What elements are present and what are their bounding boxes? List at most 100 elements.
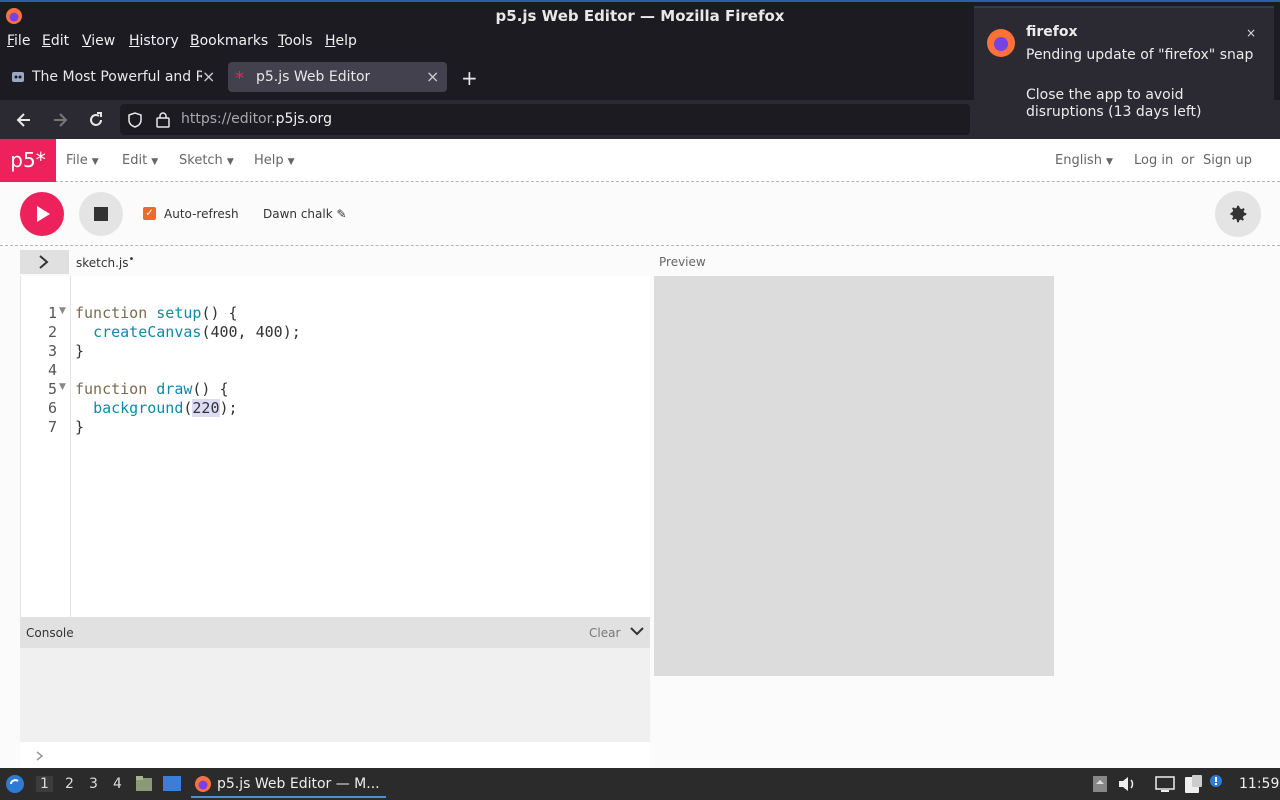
line-number: 4 bbox=[47, 361, 57, 379]
nav-help[interactable]: Help ▼ bbox=[254, 153, 295, 168]
line-gutter: 1 ▼ 2 3 4 5 ▼ 6 7 bbox=[21, 276, 71, 617]
menu-history[interactable]: History bbox=[129, 33, 179, 49]
code-line: background(220); bbox=[93, 399, 238, 417]
code-line: } bbox=[75, 342, 85, 360]
workspace-4[interactable]: 4 bbox=[113, 776, 122, 792]
menu-tools[interactable]: Tools bbox=[278, 33, 313, 49]
console-output bbox=[20, 648, 650, 742]
chevron-down-icon: ▼ bbox=[1105, 157, 1113, 167]
taskbar-window-firefox[interactable]: p5.js Web Editor — M... bbox=[191, 770, 386, 798]
chevron-right-icon bbox=[36, 751, 44, 761]
robot-favicon-icon bbox=[12, 72, 24, 82]
code-line: createCanvas(400, 400); bbox=[93, 323, 301, 341]
chevron-down-icon: ▼ bbox=[151, 157, 159, 167]
close-icon[interactable]: × bbox=[1246, 26, 1256, 40]
login-link[interactable]: Log in bbox=[1134, 153, 1173, 168]
update-notification[interactable]: firefox × Pending update of "firefox" sn… bbox=[974, 6, 1274, 136]
firefox-icon bbox=[987, 29, 1015, 57]
code-line: function draw() { bbox=[75, 380, 229, 398]
stop-button[interactable] bbox=[79, 192, 123, 236]
console-header: Console Clear bbox=[20, 617, 650, 648]
fold-arrow-icon[interactable]: ▼ bbox=[59, 382, 66, 392]
chevron-down-icon: ▼ bbox=[91, 157, 99, 167]
signup-link[interactable]: Sign up bbox=[1203, 153, 1252, 168]
file-tab[interactable]: sketch.js• bbox=[76, 254, 134, 270]
lock-icon[interactable] bbox=[156, 111, 170, 128]
settings-button[interactable] bbox=[1215, 191, 1261, 237]
autorefresh-label: Auto-refresh bbox=[164, 207, 239, 221]
reload-icon[interactable] bbox=[87, 111, 105, 129]
chevron-down-icon: ▼ bbox=[287, 157, 295, 167]
language-select[interactable]: English ▼ bbox=[1055, 153, 1113, 168]
or-text: or bbox=[1181, 153, 1195, 168]
p5-favicon-icon: * bbox=[235, 69, 244, 85]
update-info-icon[interactable] bbox=[1209, 774, 1223, 788]
stop-icon bbox=[94, 207, 108, 221]
menu-edit[interactable]: Edit bbox=[42, 33, 69, 49]
clock[interactable]: 11:59 bbox=[1239, 776, 1279, 792]
notification-line2: Close the app to avoid disruptions (13 d… bbox=[1026, 87, 1202, 120]
tab-other[interactable]: The Most Powerful and Re × bbox=[4, 62, 224, 92]
workspace-1[interactable]: 1 bbox=[36, 776, 53, 792]
workspace-3[interactable]: 3 bbox=[89, 776, 98, 792]
close-tab-icon[interactable]: × bbox=[426, 67, 439, 86]
fold-arrow-icon[interactable]: ▼ bbox=[59, 306, 66, 316]
menu-view[interactable]: View bbox=[82, 33, 115, 49]
volume-icon[interactable] bbox=[1118, 776, 1136, 792]
preview-canvas[interactable] bbox=[654, 276, 1054, 676]
code-line: function setup() { bbox=[75, 304, 238, 322]
chevron-right-icon bbox=[39, 255, 49, 269]
line-number: 2 bbox=[47, 323, 57, 341]
taskbar: 1 2 3 4 p5.js Web Editor — M... 11:59 bbox=[0, 768, 1280, 800]
line-number: 3 bbox=[47, 342, 57, 360]
nav-sketch[interactable]: Sketch ▼ bbox=[179, 153, 234, 168]
console-input[interactable] bbox=[20, 742, 650, 768]
taskbar-window-label: p5.js Web Editor — M... bbox=[217, 776, 380, 792]
svg-text:*: * bbox=[235, 69, 244, 85]
editor-nav: p5* File ▼ Edit ▼ Sketch ▼ Help ▼ English ▼ L… bbox=[0, 139, 1280, 182]
unsaved-dot-icon: • bbox=[128, 254, 135, 265]
editor-toolbar: ✓ Auto-refresh Dawn chalk ✎ bbox=[0, 182, 1280, 246]
console-label: Console bbox=[26, 626, 74, 640]
clipboard-icon[interactable] bbox=[1182, 774, 1204, 794]
file-manager-icon[interactable] bbox=[135, 775, 153, 793]
play-button[interactable] bbox=[20, 192, 64, 236]
nav-file[interactable]: File ▼ bbox=[66, 153, 99, 168]
play-icon bbox=[37, 206, 50, 222]
menu-help[interactable]: Help bbox=[325, 33, 357, 49]
network-icon[interactable] bbox=[1155, 775, 1175, 793]
console-clear-button[interactable]: Clear bbox=[589, 626, 620, 640]
close-tab-icon[interactable]: × bbox=[202, 67, 215, 86]
desktop-icon[interactable] bbox=[162, 775, 182, 793]
url-text: https://editor.p5js.org bbox=[181, 111, 332, 127]
forward-icon[interactable] bbox=[51, 111, 69, 129]
tab-active[interactable]: * p5.js Web Editor × bbox=[228, 62, 447, 92]
chevron-down-icon[interactable] bbox=[630, 627, 644, 637]
menu-bookmarks[interactable]: Bookmarks bbox=[190, 33, 268, 49]
disk-icon[interactable] bbox=[1092, 775, 1108, 793]
pencil-icon: ✎ bbox=[336, 207, 347, 221]
nav-edit[interactable]: Edit ▼ bbox=[122, 153, 158, 168]
p5-logo[interactable]: p5* bbox=[0, 139, 56, 182]
tab-label: The Most Powerful and Re bbox=[32, 69, 202, 85]
line-number: 1 bbox=[47, 304, 57, 322]
firefox-icon bbox=[195, 776, 211, 792]
url-bar[interactable]: https://editor.p5js.org bbox=[120, 104, 970, 135]
code-editor[interactable]: 1 ▼ 2 3 4 5 ▼ 6 7 function setup() { cre… bbox=[20, 276, 650, 617]
workspace-2[interactable]: 2 bbox=[65, 776, 74, 792]
back-icon[interactable] bbox=[15, 111, 33, 129]
autorefresh-checkbox[interactable]: ✓ bbox=[143, 207, 156, 220]
new-tab-icon[interactable]: + bbox=[461, 66, 478, 90]
p5-editor: p5* File ▼ Edit ▼ Sketch ▼ Help ▼ English ▼ L… bbox=[0, 139, 1280, 768]
notification-app: firefox bbox=[1026, 24, 1078, 40]
chevron-down-icon: ▼ bbox=[226, 157, 234, 167]
line-number: 5 bbox=[47, 380, 57, 398]
shield-icon[interactable] bbox=[128, 112, 142, 128]
preview-label: Preview bbox=[659, 255, 706, 269]
start-menu-icon[interactable] bbox=[5, 774, 25, 794]
menu-file[interactable]: File bbox=[7, 33, 30, 49]
sidebar-toggle[interactable] bbox=[20, 250, 69, 274]
line-number: 6 bbox=[47, 399, 57, 417]
gear-icon bbox=[1230, 205, 1247, 223]
sketch-name[interactable]: Dawn chalk ✎ bbox=[263, 207, 347, 221]
